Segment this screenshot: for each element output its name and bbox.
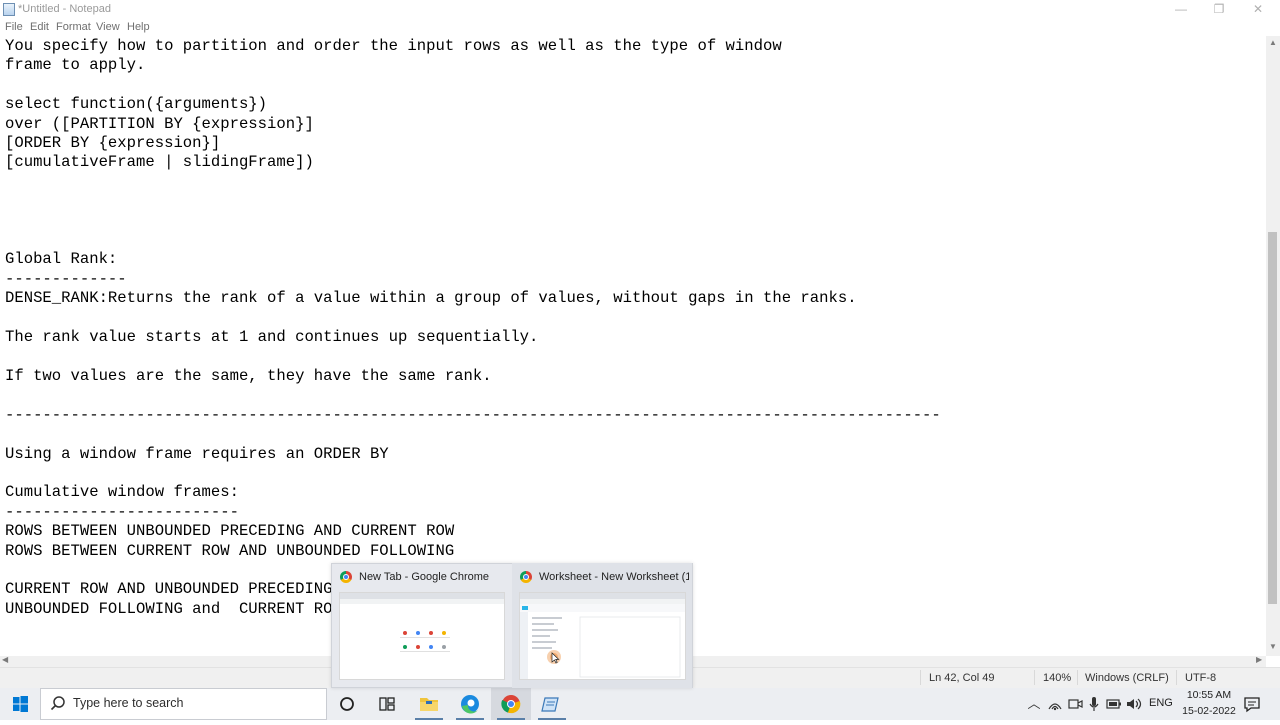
network-icon[interactable] [1045, 694, 1065, 714]
volume-icon[interactable] [1124, 694, 1144, 714]
input-language[interactable]: ENG [1149, 697, 1173, 709]
scroll-right-arrow-icon[interactable]: ▶ [1256, 655, 1262, 664]
zoom-level: 140% [1043, 672, 1072, 684]
clock-time[interactable]: 10:55 AM [1184, 689, 1234, 701]
menu-bar [0, 19, 1280, 36]
encoding: UTF-8 [1185, 672, 1217, 684]
preview-title-worksheet[interactable]: Worksheet - New Worksheet (1/... [539, 571, 689, 583]
folder-icon [420, 698, 438, 711]
task-view-icon [379, 697, 395, 711]
notepad-app-icon[interactable] [3, 3, 15, 16]
scroll-up-arrow-icon[interactable]: ▲ [1266, 36, 1280, 50]
chrome-icon [520, 571, 532, 583]
show-hidden-icons-chevron-icon[interactable]: ︿ [1024, 694, 1044, 714]
vertical-scroll-thumb[interactable] [1268, 232, 1277, 604]
preview-title-new-tab[interactable]: New Tab - Google Chrome [359, 571, 499, 583]
menu-file[interactable]: File [5, 21, 23, 33]
meet-now-icon[interactable] [1065, 694, 1085, 714]
scroll-left-arrow-icon[interactable]: ◀ [2, 655, 8, 664]
menu-help[interactable]: Help [127, 21, 150, 33]
notification-icon [1244, 697, 1260, 713]
status-separator [1034, 670, 1035, 685]
menu-view[interactable]: View [96, 21, 120, 33]
microphone-icon[interactable] [1084, 694, 1104, 714]
cursor-position: Ln 42, Col 49 [929, 672, 995, 684]
new-tab-thumbnail-image [340, 593, 504, 652]
notepad-icon [541, 697, 559, 712]
search-icon [50, 695, 66, 711]
notepad-button[interactable] [532, 688, 572, 720]
new-tab-thumbnail[interactable] [339, 592, 505, 680]
line-ending: Windows (CRLF) [1085, 672, 1169, 684]
edge-button[interactable] [450, 688, 490, 720]
cortana-icon [340, 697, 354, 711]
chrome-icon [501, 695, 521, 714]
worksheet-thumbnail[interactable] [519, 592, 686, 680]
clock-date[interactable]: 15-02-2022 [1177, 705, 1241, 717]
editor-content[interactable]: You specify how to partition and order t… [5, 37, 941, 619]
chrome-icon [340, 571, 352, 583]
battery-icon[interactable] [1104, 694, 1124, 714]
window-title: *Untitled - Notepad [18, 3, 111, 15]
title-bar[interactable] [0, 0, 1280, 19]
scroll-down-arrow-icon[interactable]: ▼ [1266, 640, 1280, 654]
start-button[interactable] [0, 688, 40, 720]
status-separator [920, 670, 921, 685]
close-button[interactable]: ✕ [1239, 0, 1277, 19]
notification-center-button[interactable] [1242, 694, 1262, 714]
task-view-button[interactable] [367, 688, 407, 720]
status-separator [1077, 670, 1078, 685]
worksheet-thumbnail-image [520, 593, 685, 679]
status-separator [1176, 670, 1177, 685]
minimize-button[interactable]: — [1162, 0, 1200, 19]
windows-logo-icon [13, 696, 28, 712]
edge-icon [461, 695, 479, 714]
chrome-button[interactable] [491, 688, 531, 720]
search-placeholder[interactable]: Type here to search [73, 696, 183, 710]
cortana-button[interactable] [327, 688, 367, 720]
menu-edit[interactable]: Edit [30, 21, 49, 33]
maximize-button[interactable]: ❐ [1200, 0, 1238, 19]
menu-format[interactable]: Format [56, 21, 91, 33]
file-explorer-button[interactable] [409, 688, 449, 720]
